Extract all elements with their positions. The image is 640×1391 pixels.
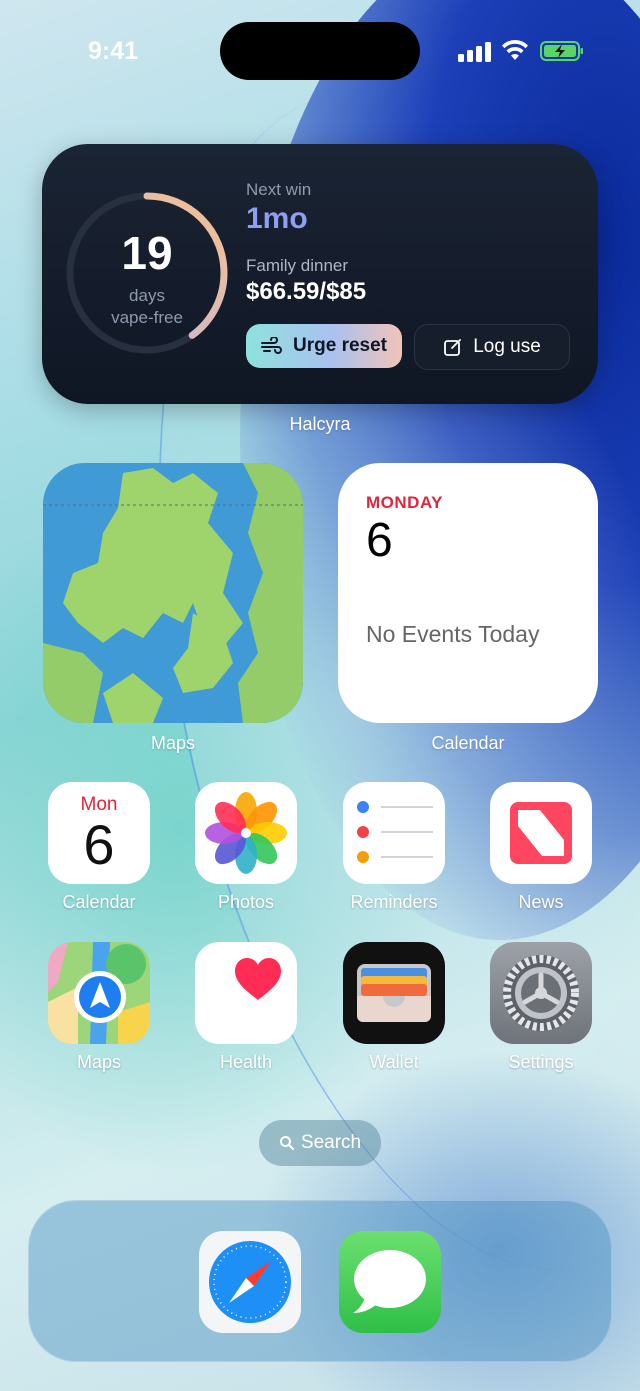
maps-app-icon[interactable] xyxy=(48,942,150,1044)
wifi-icon xyxy=(502,39,528,60)
dock xyxy=(28,1200,612,1362)
messages-app-icon[interactable] xyxy=(339,1231,441,1333)
status-bar: 9:41 xyxy=(0,0,640,100)
urge-reset-label: Urge reset xyxy=(293,335,387,356)
savings-goal-label: Family dinner xyxy=(246,256,349,275)
search-icon xyxy=(279,1136,294,1150)
calendar-icon-day: 6 xyxy=(83,813,115,876)
app-label-settings: Settings xyxy=(508,1052,574,1072)
streak-subtitle: vape-free xyxy=(111,308,183,327)
halcyra-widget-caption: Halcyra xyxy=(289,414,351,434)
app-label-reminders: Reminders xyxy=(350,892,438,912)
wallet-icon xyxy=(357,964,431,1022)
battery-charging-icon xyxy=(540,41,583,61)
calendar-events-text: No Events Today xyxy=(366,621,540,647)
news-icon xyxy=(510,802,572,864)
savings-goal-value: $66.59/$85 xyxy=(246,278,367,305)
halcyra-widget[interactable]: 19 days vape-free Next win 1mo Family di… xyxy=(42,144,598,404)
urge-reset-button[interactable]: Urge reset xyxy=(246,324,402,368)
safari-app-icon[interactable] xyxy=(199,1231,301,1333)
streak-days-label: days xyxy=(129,286,165,305)
clock: 9:41 xyxy=(88,37,139,65)
cellular-signal-icon xyxy=(458,40,491,62)
app-label-health: Health xyxy=(219,1052,273,1072)
search-label: Search xyxy=(300,1132,362,1153)
map-image xyxy=(43,463,303,723)
app-label-wallet: Wallet xyxy=(369,1052,419,1072)
settings-app-icon[interactable] xyxy=(490,942,592,1044)
calendar-date: 6 xyxy=(366,514,393,567)
reminders-app-icon[interactable] xyxy=(343,782,445,884)
health-app-icon[interactable] xyxy=(195,942,297,1044)
log-use-label: Log use xyxy=(473,336,541,357)
chat-bubble-icon xyxy=(353,1250,426,1313)
maps-widget-caption: Maps xyxy=(150,733,195,753)
wind-icon xyxy=(261,337,282,354)
next-win-label: Next win xyxy=(246,180,312,199)
app-label-maps: Maps xyxy=(76,1052,121,1072)
streak-counter: 19 days vape-free xyxy=(64,190,230,356)
calendar-widget[interactable]: MONDAY 6 No Events Today xyxy=(338,463,598,723)
search-button[interactable]: Search xyxy=(259,1120,381,1166)
maps-icon xyxy=(48,942,150,1044)
app-label-calendar: Calendar xyxy=(62,892,136,912)
compose-icon xyxy=(444,339,462,356)
calendar-widget-caption: Calendar xyxy=(431,733,505,753)
log-use-button[interactable]: Log use xyxy=(414,324,570,370)
photos-icon xyxy=(205,792,287,874)
heart-icon xyxy=(235,958,281,1000)
news-app-icon[interactable] xyxy=(490,782,592,884)
app-label-photos: Photos xyxy=(217,892,275,912)
wallet-app-icon[interactable] xyxy=(343,942,445,1044)
calendar-app-icon[interactable]: Mon 6 xyxy=(48,782,150,884)
compass-icon xyxy=(209,1241,291,1323)
photos-app-icon[interactable] xyxy=(195,782,297,884)
next-win-value: 1mo xyxy=(246,202,308,235)
app-label-news: News xyxy=(518,892,564,912)
calendar-weekday: MONDAY xyxy=(366,493,443,512)
gear-icon xyxy=(503,955,579,1031)
streak-days-value: 19 xyxy=(121,227,173,279)
reminders-icon xyxy=(357,801,433,863)
dynamic-island xyxy=(220,22,420,80)
maps-widget[interactable] xyxy=(43,463,303,723)
